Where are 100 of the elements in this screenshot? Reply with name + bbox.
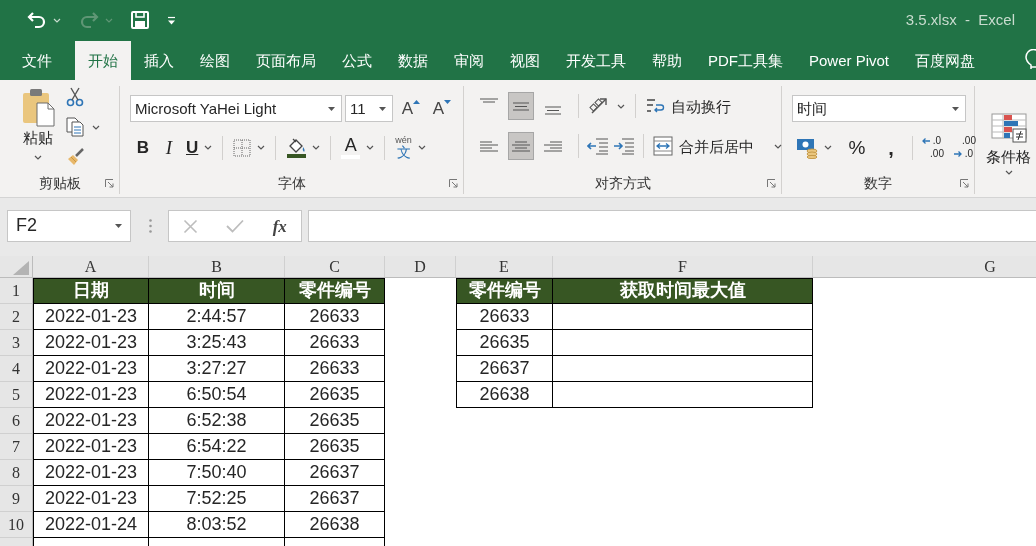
table-cell: 26637 (285, 460, 385, 486)
column-header[interactable]: C (285, 256, 385, 277)
menu-arrow-icon (167, 15, 176, 25)
row-header[interactable]: 5 (0, 382, 33, 408)
align-center-button[interactable] (508, 132, 534, 160)
decrease-decimal-button[interactable]: .00 .0 (951, 134, 979, 161)
paste-button[interactable]: 粘贴 (18, 86, 58, 170)
row-header[interactable]: 2 (0, 304, 33, 330)
caret-icon (774, 143, 782, 149)
table-cell: 6:50:54 (149, 382, 285, 408)
row-header[interactable] (0, 538, 33, 546)
table-cell: 26638 (456, 382, 553, 408)
column-header[interactable]: A (33, 256, 149, 277)
conditional-format-icon (990, 112, 1027, 143)
caret-icon (92, 124, 100, 130)
ribbon-tab[interactable]: PDF工具集 (695, 41, 796, 80)
comma-style-button[interactable]: , (876, 134, 906, 161)
ribbon-tab[interactable]: 审阅 (441, 41, 497, 80)
caret-icon (257, 145, 266, 150)
table-cell: 2022-01-24 (33, 512, 149, 538)
save-button[interactable] (130, 10, 150, 30)
font-name-field[interactable]: Microsoft YaHei Light (130, 95, 342, 122)
conditional-formatting-button[interactable]: 条件格 (985, 93, 1032, 194)
caret-icon (417, 145, 426, 150)
ribbon-tab[interactable]: 开始 (75, 41, 131, 80)
dialog-launcher-icon[interactable] (105, 178, 114, 188)
left-arrow-icon (922, 138, 931, 145)
formula-field[interactable] (308, 210, 1036, 242)
bold-button[interactable]: B (130, 134, 156, 161)
scissors-icon (66, 87, 84, 107)
ribbon-tab[interactable]: 数据 (385, 41, 441, 80)
enter-button[interactable] (225, 218, 246, 234)
table-cell: 26638 (285, 512, 385, 538)
ribbon-tab[interactable]: 公式 (329, 41, 385, 80)
borders-icon (233, 138, 252, 157)
clipboard-icon (21, 87, 55, 127)
column-header[interactable]: E (456, 256, 553, 277)
underline-button[interactable]: U (182, 134, 217, 161)
merge-center-button[interactable]: 合并后居中 (650, 135, 785, 157)
insert-function-button[interactable]: fx (271, 216, 288, 236)
lightbulb-icon[interactable] (1025, 49, 1036, 71)
number-format-field[interactable]: 时间 (792, 95, 966, 122)
table-cell: 7:52:25 (149, 486, 285, 512)
select-all-icon[interactable] (13, 261, 29, 275)
undo-button[interactable] (26, 10, 62, 30)
table-cell: 26633 (456, 304, 553, 330)
italic-button[interactable]: I (156, 134, 182, 161)
column-header[interactable]: F (553, 256, 813, 277)
check-icon (226, 219, 245, 233)
phonetic-guide-button[interactable]: wén 文 (391, 134, 430, 161)
ribbon-tab[interactable]: 百度网盘 (902, 41, 989, 80)
group-label: 数字 (864, 174, 892, 192)
row-header[interactable]: 1 (0, 278, 33, 304)
dialog-launcher-icon[interactable] (767, 178, 776, 188)
align-middle-button[interactable] (508, 92, 534, 120)
dialog-launcher-icon[interactable] (449, 178, 458, 188)
ribbon-tab[interactable]: 绘图 (187, 41, 243, 80)
row-header[interactable]: 4 (0, 356, 33, 382)
column-header[interactable]: B (149, 256, 285, 277)
table-cell: 7:50:40 (149, 460, 285, 486)
table-cell: 6:52:38 (149, 408, 285, 434)
table-cell: 2022-01-23 (33, 382, 149, 408)
cancel-button[interactable] (182, 217, 200, 235)
row-header[interactable]: 8 (0, 460, 33, 486)
right-arrow-icon (954, 150, 963, 157)
copy-button[interactable] (65, 116, 101, 138)
ribbon-tab[interactable]: 帮助 (639, 41, 695, 80)
dialog-launcher-icon[interactable] (960, 178, 969, 188)
row-header[interactable]: 10 (0, 512, 33, 538)
column-header[interactable]: G (813, 256, 1036, 277)
ribbon-tab[interactable]: 开发工具 (553, 41, 639, 80)
percent-button[interactable]: % (842, 134, 872, 161)
font-color-button[interactable]: A (337, 134, 379, 161)
ribbon-tab[interactable]: 视图 (497, 41, 553, 80)
grow-font-button[interactable]: A (398, 95, 424, 122)
column-header[interactable]: D (385, 256, 456, 277)
ribbon-tab[interactable]: 页面布局 (243, 41, 329, 80)
align-lines-icon (544, 140, 562, 152)
ribbon-tab[interactable]: 文件 (9, 41, 65, 80)
row-header[interactable]: 7 (0, 434, 33, 460)
ribbon-tab[interactable]: 插入 (131, 41, 187, 80)
font-size-field[interactable]: 11 (345, 95, 393, 122)
row-header[interactable]: 3 (0, 330, 33, 356)
table-cell: 2022-01-23 (33, 460, 149, 486)
shrink-font-button[interactable]: A (429, 95, 455, 122)
increase-decimal-button[interactable]: .0 .00 (919, 134, 947, 161)
align-lines-icon (512, 140, 530, 152)
ribbon-tab[interactable]: Power Pivot (796, 41, 903, 80)
name-box[interactable]: F2 (7, 210, 131, 242)
table-cell: 26637 (285, 486, 385, 512)
copy-icon (66, 117, 84, 137)
wrap-text-button[interactable]: 自动换行 (642, 95, 734, 117)
caret-icon (617, 103, 625, 109)
customize-toolbar-button[interactable] (166, 14, 177, 26)
row-header[interactable]: 6 (0, 408, 33, 434)
table-cell: 26635 (456, 330, 553, 356)
row-header[interactable]: 9 (0, 486, 33, 512)
table-cell: 26633 (285, 304, 385, 330)
dropdown-arrow-icon (328, 106, 335, 111)
outdent-icon (587, 137, 609, 155)
